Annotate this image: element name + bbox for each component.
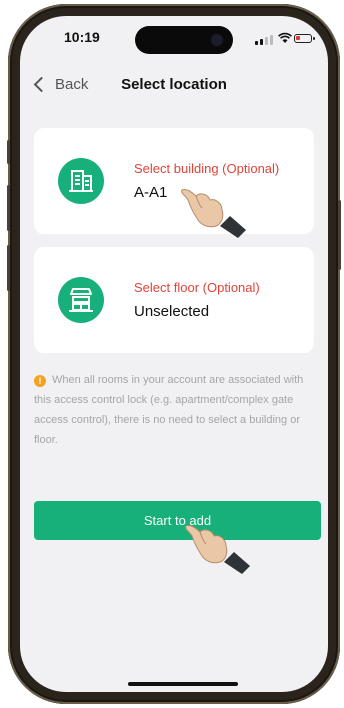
pointing-hand-icon xyxy=(185,525,250,574)
info-note: ! When all rooms in your account are asso… xyxy=(34,370,318,450)
dynamic-island xyxy=(135,26,233,54)
power-button xyxy=(338,200,341,270)
select-floor-card[interactable]: Select floor (Optional) Unselected xyxy=(34,247,314,353)
pointing-hand-icon xyxy=(181,189,246,238)
floor-value: Unselected xyxy=(134,303,210,320)
floor-icon xyxy=(58,277,104,323)
side-button xyxy=(7,245,10,291)
building-icon xyxy=(58,158,104,204)
status-bar: 10:19 xyxy=(20,16,328,66)
battery-icon xyxy=(294,34,315,43)
phone-screen: 10:19 Back Select location Select buildi… xyxy=(20,16,328,692)
building-label: Select building (Optional) xyxy=(134,161,280,176)
page-title: Select location xyxy=(121,76,227,93)
select-building-card[interactable]: Select building (Optional) A-A1 xyxy=(34,128,314,234)
status-time: 10:19 xyxy=(64,29,100,45)
cellular-signal-icon xyxy=(255,35,273,45)
side-button xyxy=(7,185,10,231)
home-indicator xyxy=(128,682,238,686)
floor-label: Select floor (Optional) xyxy=(134,280,260,295)
warning-icon: ! xyxy=(34,375,46,387)
side-button xyxy=(7,140,10,164)
info-note-text: When all rooms in your account are assoc… xyxy=(34,374,304,446)
nav-bar: Back Select location xyxy=(20,72,328,102)
start-to-add-button[interactable]: Start to add xyxy=(34,501,321,540)
building-value: A-A1 xyxy=(134,184,168,201)
camera-icon xyxy=(211,34,223,46)
wifi-icon xyxy=(278,32,292,43)
